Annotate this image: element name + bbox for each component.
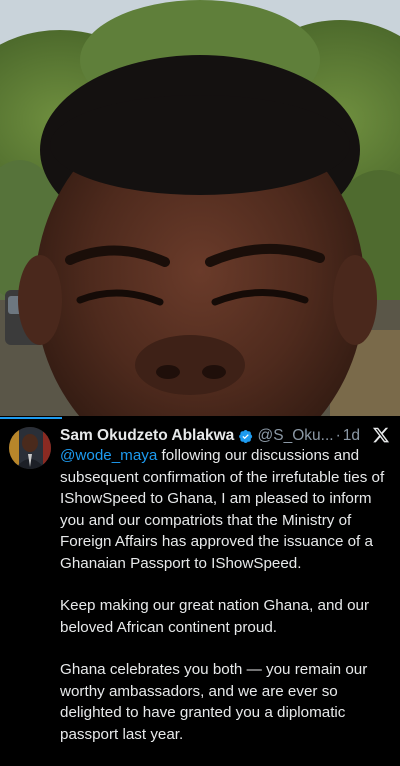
verified-badge-icon <box>239 429 253 443</box>
tweet-text: @wode_maya following our discussions and… <box>60 445 394 766</box>
author-name[interactable]: Sam Okudzeto Ablakwa <box>60 425 234 447</box>
tweet-timestamp[interactable]: 1d <box>343 425 360 447</box>
x-logo-icon[interactable] <box>372 426 390 444</box>
tweet-header: Sam Okudzeto Ablakwa @S_Oku... · 1d <box>60 425 360 447</box>
tweet-card[interactable]: Sam Okudzeto Ablakwa @S_Oku... · 1d @wod… <box>0 420 400 743</box>
tweet-paragraph-1: @wode_maya following our discussions and… <box>60 445 394 574</box>
video-frame[interactable] <box>0 0 400 416</box>
avatar[interactable] <box>9 427 51 469</box>
author-handle[interactable]: @S_Oku... <box>258 425 334 447</box>
separator-dot: · <box>335 427 341 444</box>
tweet-paragraph-3: Ghana celebrates you both — you remain o… <box>60 661 368 743</box>
paragraph-1-text: following our discussions and subsequent… <box>60 447 385 572</box>
avatar-image <box>9 427 51 469</box>
mention-link[interactable]: @wode_maya <box>60 447 157 464</box>
tweet-paragraph-2: Keep making our great nation Ghana, and … <box>60 597 370 636</box>
video-frame-image <box>0 0 400 416</box>
video-progress-bar[interactable] <box>0 417 62 419</box>
